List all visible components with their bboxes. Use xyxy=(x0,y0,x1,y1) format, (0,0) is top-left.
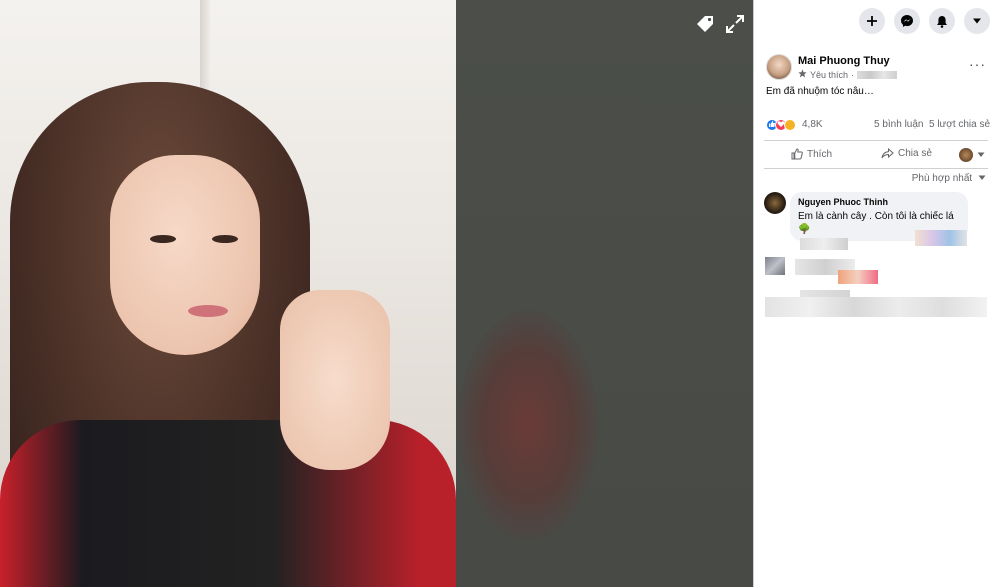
tree-emoji: 🌳 xyxy=(798,224,811,235)
like-button[interactable]: Thích xyxy=(791,148,832,160)
plus-icon[interactable] xyxy=(859,8,885,34)
share-button[interactable]: Chia sẻ xyxy=(881,148,932,159)
messenger-icon[interactable] xyxy=(894,8,920,34)
audience-selector[interactable] xyxy=(959,148,985,162)
photo-lips xyxy=(188,305,228,317)
comment-body: Em là cành cây . Còn tôi là chiếc lá xyxy=(798,211,954,222)
more-options-button[interactable]: ··· xyxy=(969,56,986,72)
pixel-block xyxy=(800,238,848,250)
post-meta: Yêu thích · xyxy=(798,69,898,80)
user-avatar-small xyxy=(959,148,973,162)
care-reaction-icon xyxy=(784,119,796,131)
pixel-block xyxy=(915,230,967,246)
photo-hand-peace-sign xyxy=(280,290,390,470)
comment-sort-dropdown[interactable]: Phù hợp nhất xyxy=(912,173,986,184)
bell-icon[interactable] xyxy=(929,8,955,34)
commenter-avatar[interactable] xyxy=(764,192,786,214)
meta-separator: · xyxy=(851,69,855,80)
blurred-object xyxy=(458,310,598,540)
privacy-label: Yêu thích xyxy=(810,69,849,80)
post-photo xyxy=(0,0,456,587)
share-label: Chia sẻ xyxy=(898,148,932,159)
caret-down-icon xyxy=(977,152,985,157)
post-caption: Em đã nhuộm tóc nâu… xyxy=(766,86,874,97)
author-name[interactable]: Mai Phuong Thuy xyxy=(798,55,890,67)
thumbs-up-icon xyxy=(791,148,803,160)
fullscreen-icon[interactable] xyxy=(723,12,747,36)
photo-jacket xyxy=(0,420,456,587)
like-label: Thích xyxy=(807,148,833,160)
post-side-panel: Mai Phuong Thuy Yêu thích · ··· Em đã nh… xyxy=(753,0,1000,587)
caret-down-icon xyxy=(978,175,986,180)
post-header: Mai Phuong Thuy Yêu thích · ··· xyxy=(766,54,994,84)
share-arrow-icon xyxy=(881,148,894,159)
photo-face xyxy=(110,155,260,355)
pixel-block xyxy=(838,270,878,284)
tag-icon[interactable] xyxy=(693,12,717,36)
actions-divider xyxy=(764,168,988,169)
star-icon xyxy=(798,69,807,80)
commenter-name[interactable]: Nguyen Phuoc Thinh xyxy=(798,197,960,207)
photo-eye-left xyxy=(150,235,176,243)
photo-eye-right xyxy=(212,235,238,243)
caret-down-icon[interactable] xyxy=(964,8,990,34)
reaction-count[interactable]: 4,8K xyxy=(802,119,823,130)
post-stats: 4,8K 5 bình luận 5 lượt chia sẻ xyxy=(766,119,994,135)
author-avatar[interactable] xyxy=(766,54,792,80)
pixel-block xyxy=(765,297,987,317)
pixelated-timestamp xyxy=(857,70,898,79)
stats-divider xyxy=(764,140,988,141)
header-actions xyxy=(859,8,990,34)
pixel-block xyxy=(765,257,785,275)
share-count[interactable]: 5 lượt chia sẻ xyxy=(929,119,990,130)
photo-viewer xyxy=(0,0,753,587)
comment-count[interactable]: 5 bình luận xyxy=(874,119,924,130)
sort-label: Phù hợp nhất xyxy=(911,173,973,184)
